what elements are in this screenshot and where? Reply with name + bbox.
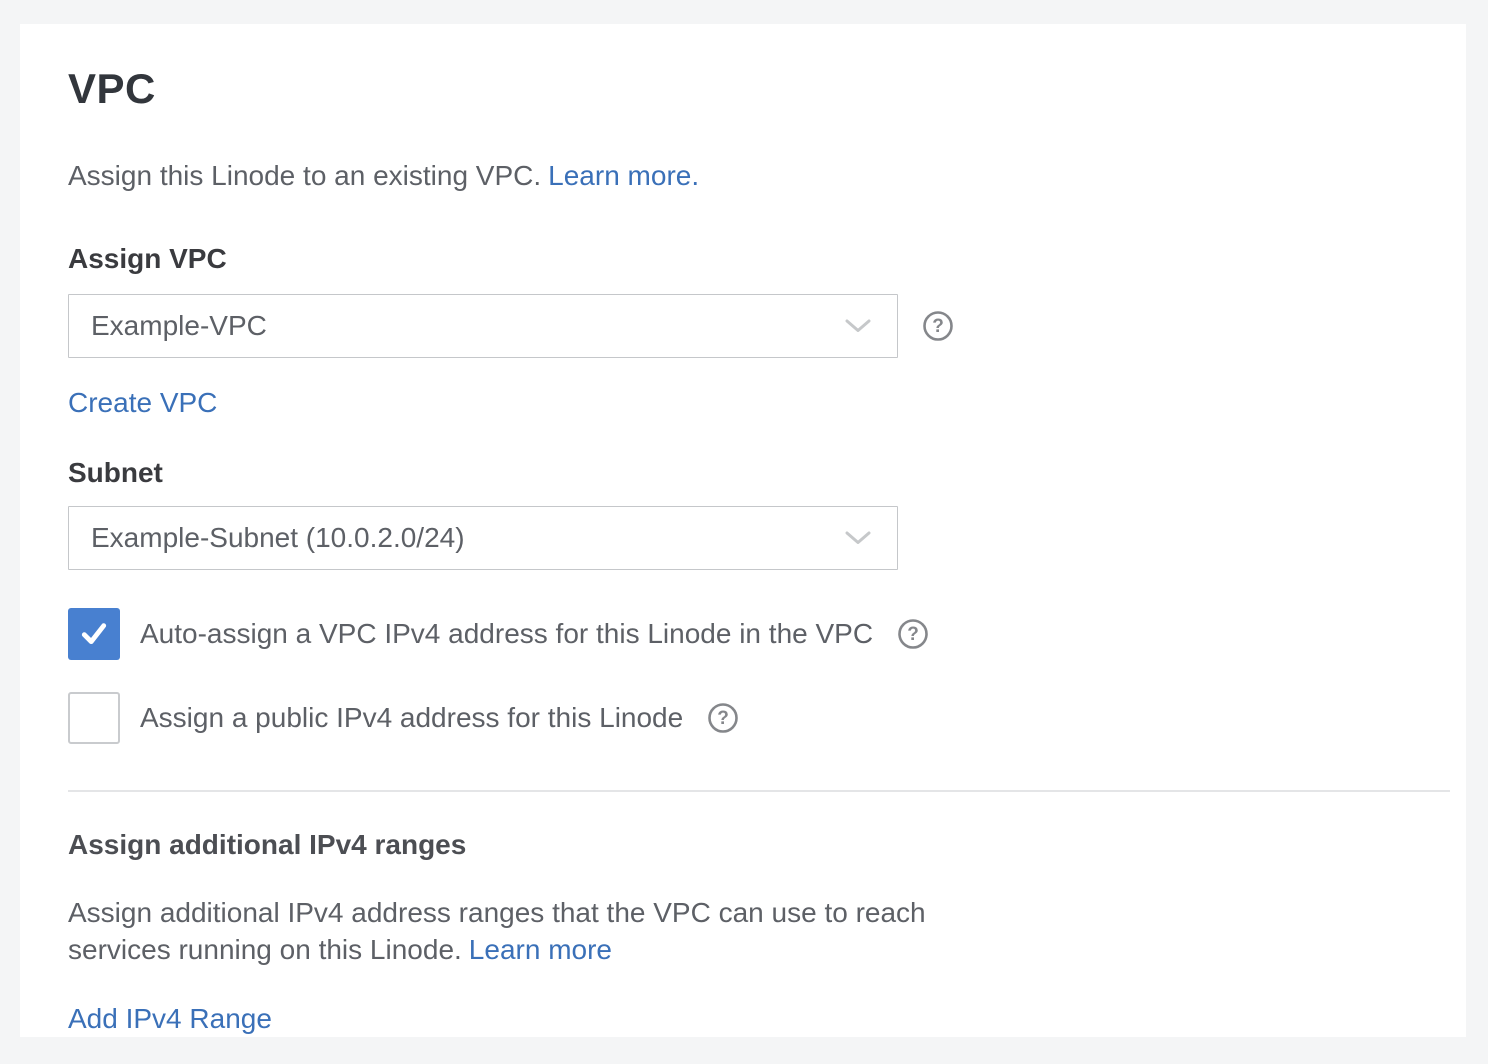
public-ipv4-help-icon[interactable]: ? <box>707 702 739 734</box>
assign-vpc-label: Assign VPC <box>68 242 1448 276</box>
vpc-description: Assign this Linode to an existing VPC.Le… <box>68 158 1448 194</box>
vpc-panel: VPC Assign this Linode to an existing VP… <box>20 24 1466 1037</box>
assign-vpc-selected-value: Example-VPC <box>91 310 267 342</box>
chevron-down-icon <box>845 531 871 545</box>
auto-assign-ipv4-row: Auto-assign a VPC IPv4 address for this … <box>68 608 1448 660</box>
auto-assign-ipv4-label: Auto-assign a VPC IPv4 address for this … <box>140 618 873 650</box>
page-background: VPC Assign this Linode to an existing VP… <box>0 0 1488 1064</box>
chevron-down-icon <box>845 319 871 333</box>
svg-text:?: ? <box>907 624 919 645</box>
auto-assign-ipv4-help-icon[interactable]: ? <box>897 618 929 650</box>
assign-vpc-select[interactable]: Example-VPC <box>68 294 898 358</box>
public-ipv4-label: Assign a public IPv4 address for this Li… <box>140 702 683 734</box>
vpc-description-text: Assign this Linode to an existing VPC. <box>68 160 541 191</box>
checkmark-icon <box>76 616 112 652</box>
ipv4-ranges-description: Assign additional IPv4 address ranges th… <box>68 894 1008 968</box>
svg-text:?: ? <box>717 708 729 729</box>
svg-text:?: ? <box>932 316 944 337</box>
assign-vpc-help-icon[interactable]: ? <box>922 310 954 342</box>
public-ipv4-row: Assign a public IPv4 address for this Li… <box>68 692 1448 744</box>
assign-vpc-row: Example-VPC ? <box>68 294 1448 358</box>
ipv4-ranges-learn-more-link[interactable]: Learn more <box>469 934 612 965</box>
section-divider <box>68 790 1450 792</box>
create-vpc-link[interactable]: Create VPC <box>68 386 217 420</box>
subnet-row: Example-Subnet (10.0.2.0/24) <box>68 506 1448 570</box>
assign-public-ipv4-checkbox[interactable] <box>68 692 120 744</box>
add-ipv4-range-link[interactable]: Add IPv4 Range <box>68 1002 272 1036</box>
subnet-selected-value: Example-Subnet (10.0.2.0/24) <box>91 522 465 554</box>
subnet-label: Subnet <box>68 456 1448 490</box>
vpc-learn-more-link[interactable]: Learn more. <box>548 160 699 191</box>
auto-assign-vpc-ipv4-checkbox[interactable] <box>68 608 120 660</box>
subnet-select[interactable]: Example-Subnet (10.0.2.0/24) <box>68 506 898 570</box>
page-title: VPC <box>68 68 1448 110</box>
ipv4-ranges-title: Assign additional IPv4 ranges <box>68 828 1448 862</box>
